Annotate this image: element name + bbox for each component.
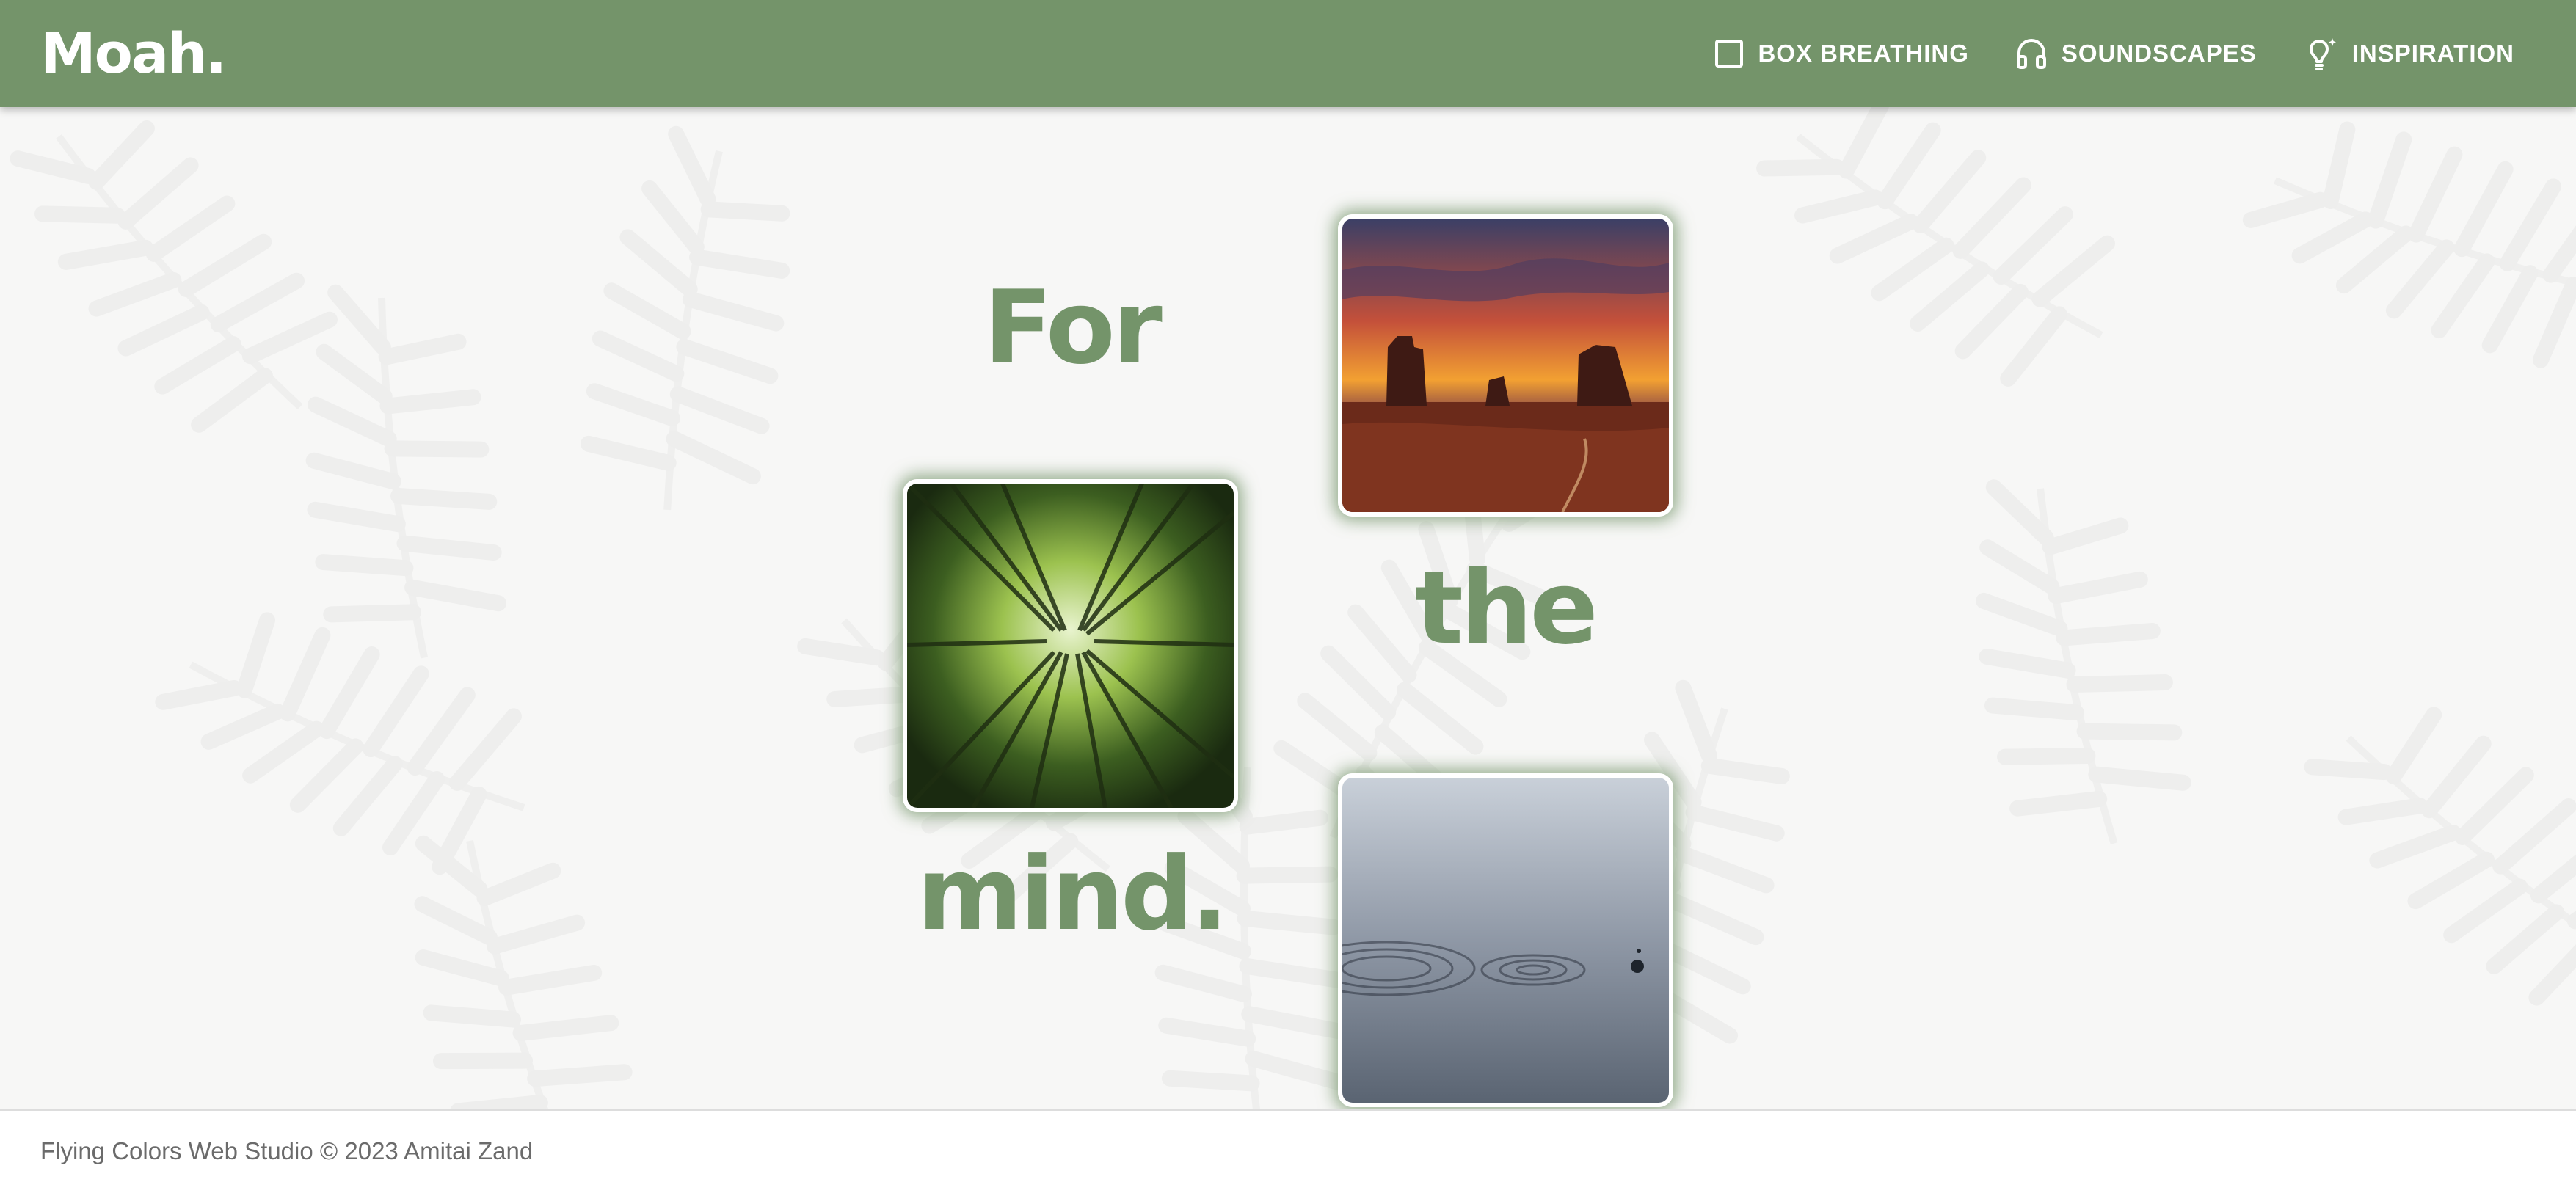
nav-inspiration[interactable]: INSPIRATION <box>2302 35 2514 72</box>
headphones-icon <box>2015 37 2048 70</box>
nav-label: SOUNDSCAPES <box>2061 40 2257 67</box>
palm-leaf-background <box>0 107 2576 1109</box>
footer: Flying Colors Web Studio © 2023 Amitai Z… <box>0 1109 2576 1193</box>
nav-label: BOX BREATHING <box>1758 40 1969 67</box>
top-navbar: Moah. BOX BREATHING SOUNDSCAPES INSPIRAT… <box>0 0 2576 107</box>
nav-label: INSPIRATION <box>2351 40 2514 67</box>
hero-word-for: For <box>983 269 1163 387</box>
hero-section: For the mind. <box>0 107 2576 1109</box>
copyright-text: Flying Colors Web Studio © 2023 Amitai Z… <box>40 1137 534 1164</box>
bamboo-forest-photo <box>903 479 1238 812</box>
water-ripple-photo <box>1338 773 1673 1107</box>
nav-box-breathing[interactable]: BOX BREATHING <box>1714 38 1968 69</box>
desert-photo <box>1338 214 1673 517</box>
square-icon <box>1714 38 1744 69</box>
hero-word-mind: mind. <box>917 835 1229 953</box>
hero-word-the: the <box>1415 549 1598 667</box>
main-nav: BOX BREATHING SOUNDSCAPES INSPIRATION <box>1714 0 2514 107</box>
logo[interactable]: Moah. <box>40 21 227 87</box>
lightbulb-icon <box>2302 35 2339 72</box>
nav-soundscapes[interactable]: SOUNDSCAPES <box>2015 37 2257 70</box>
